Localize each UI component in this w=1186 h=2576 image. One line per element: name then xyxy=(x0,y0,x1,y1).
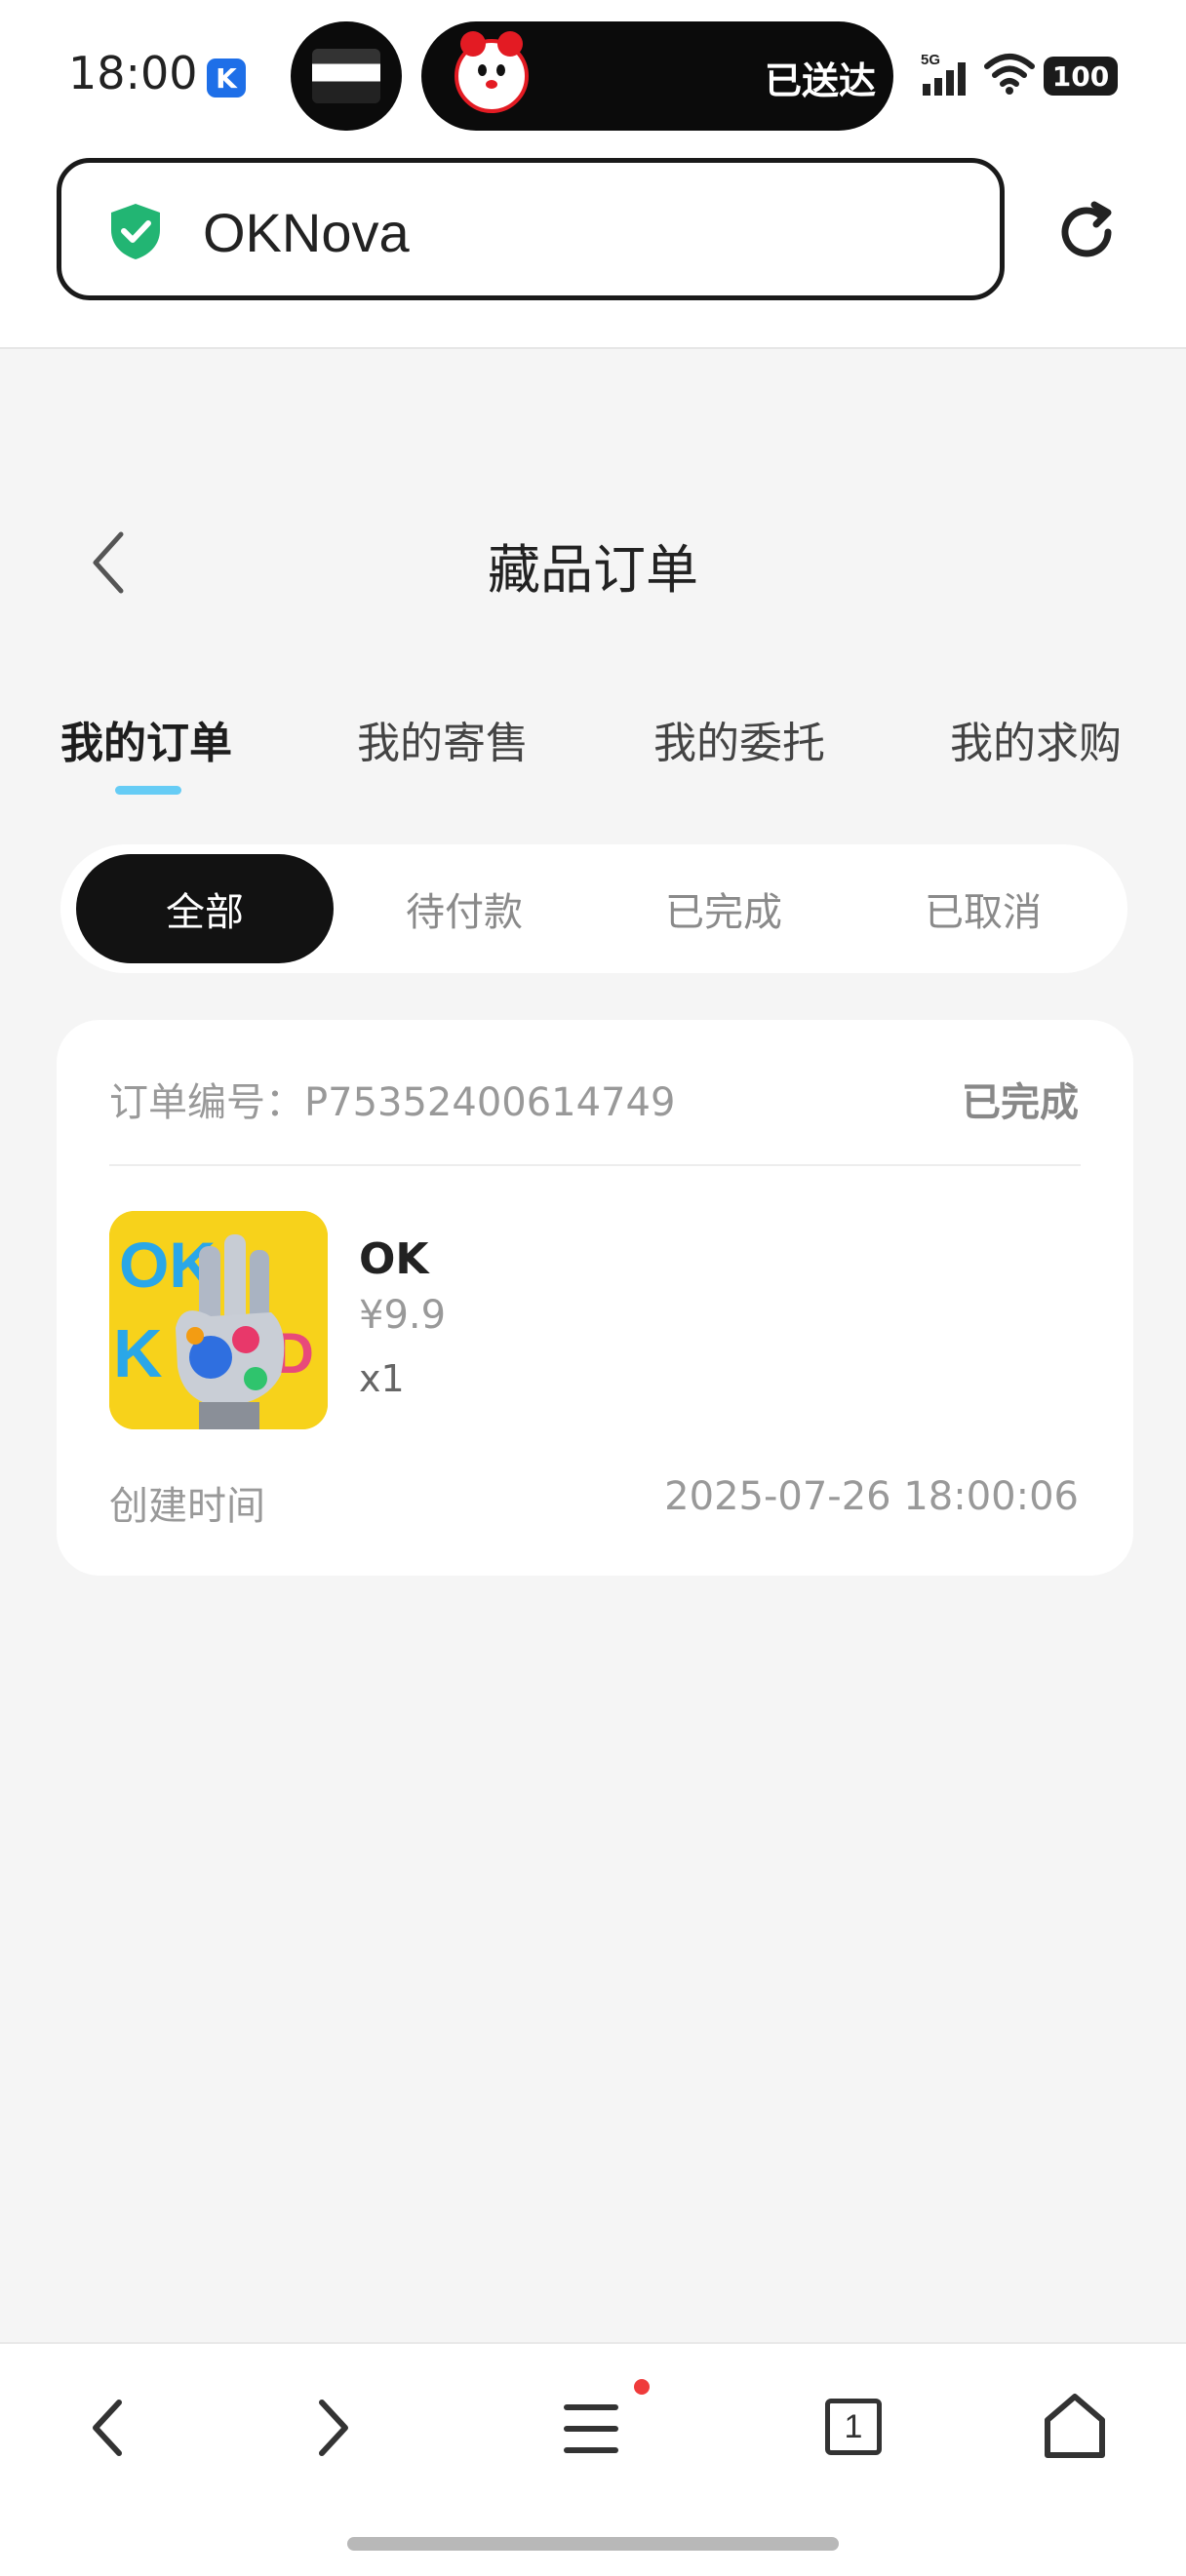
created-time-value: 2025-07-26 18:00:06 xyxy=(664,1474,1079,1519)
filter-cancelled[interactable]: 已取消 xyxy=(854,854,1112,963)
filter-all[interactable]: 全部 xyxy=(76,854,334,963)
mascot-icon xyxy=(455,31,529,113)
tab-my-orders[interactable]: 我的订单 xyxy=(60,708,232,770)
created-time-label: 创建时间 xyxy=(109,1484,265,1529)
nav-back-icon[interactable] xyxy=(86,2397,133,2459)
cellular-signal-icon: 5G xyxy=(921,52,966,96)
reload-icon[interactable] xyxy=(1051,197,1122,267)
tabs-count-button[interactable]: 1 xyxy=(825,2399,882,2455)
filter-pending-payment[interactable]: 待付款 xyxy=(336,854,593,963)
tab-my-consignment[interactable]: 我的寄售 xyxy=(357,708,529,770)
menu-notification-dot xyxy=(634,2379,650,2395)
order-status: 已完成 xyxy=(962,1080,1079,1125)
product-quantity: x1 xyxy=(359,1357,405,1400)
secure-shield-icon xyxy=(111,204,160,259)
status-time: 18:00 xyxy=(68,47,198,99)
tab-my-purchase-requests[interactable]: 我的求购 xyxy=(950,708,1122,770)
tab-active-indicator xyxy=(115,786,181,795)
media-pill[interactable] xyxy=(291,21,402,131)
battery-icon: 100 xyxy=(1044,57,1118,96)
home-indicator[interactable] xyxy=(347,2537,839,2551)
tab-my-commission[interactable]: 我的委托 xyxy=(653,708,825,770)
nav-forward-icon[interactable] xyxy=(308,2397,355,2459)
product-name: OK xyxy=(359,1234,429,1284)
filter-completed[interactable]: 已完成 xyxy=(595,854,852,963)
product-image[interactable]: OK K D xyxy=(109,1211,328,1429)
product-price: ¥9.9 xyxy=(359,1293,447,1338)
order-number: 订单编号：P75352400614749 xyxy=(109,1080,676,1125)
card-divider xyxy=(109,1164,1081,1166)
page-title: 藏品订单 xyxy=(488,539,698,601)
url-text[interactable]: OKNova xyxy=(203,201,410,264)
address-bar[interactable] xyxy=(57,158,1005,300)
app-badge-icon: K xyxy=(207,59,246,98)
network-type: 5G xyxy=(921,52,940,68)
notification-text: 已送达 xyxy=(764,59,876,102)
svg-text:K: K xyxy=(113,1315,163,1391)
menu-icon[interactable] xyxy=(558,2375,632,2465)
media-thumbnail xyxy=(312,49,380,103)
wifi-icon xyxy=(984,54,1035,95)
home-icon[interactable] xyxy=(1042,2391,1108,2461)
